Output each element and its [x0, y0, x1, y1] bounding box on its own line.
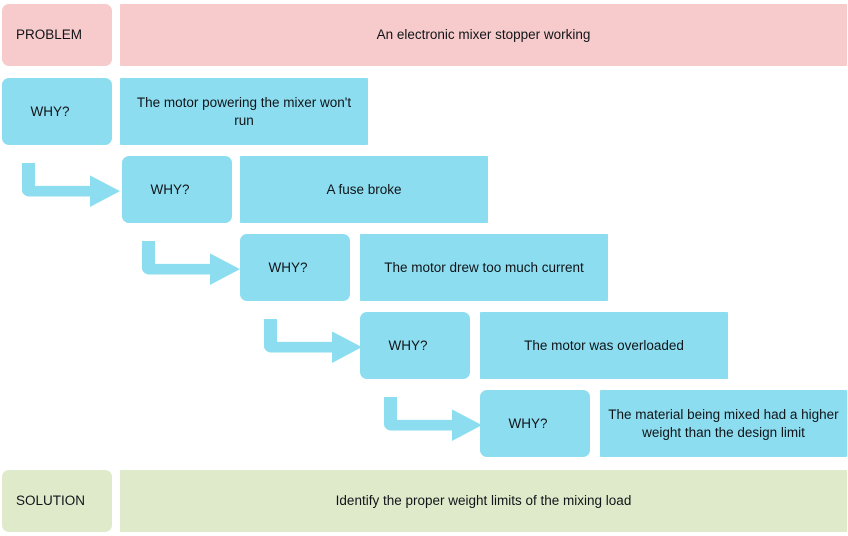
why-label-box-5: WHY?: [480, 390, 590, 457]
why-label-4: WHY?: [388, 337, 428, 353]
why-statement-text-1: The motor powering the mixer won't run: [136, 94, 352, 128]
solution-statement-text: Identify the proper weight limits of the…: [335, 493, 632, 509]
why-label-box-3: WHY?: [240, 234, 350, 301]
why-statement-text-4: The motor was overloaded: [524, 337, 684, 353]
elbow-arrow-right-icon-4: [264, 319, 362, 363]
why-label-box-1: WHY?: [2, 78, 112, 145]
why-statement-box-5: The material being mixed had a higher we…: [600, 390, 847, 457]
why-statement-text-5: The material being mixed had a higher we…: [608, 407, 839, 440]
solution-label-box: SOLUTION: [2, 470, 112, 532]
why-label-box-4: WHY?: [360, 312, 470, 379]
why-statement-text-2: A fuse broke: [326, 181, 402, 197]
why-label-box-2: WHY?: [122, 156, 232, 223]
solution-label: SOLUTION: [16, 493, 86, 509]
why-statement-box-1: The motor powering the mixer won't run: [120, 78, 368, 145]
problem-label-box: PROBLEM: [2, 4, 112, 66]
five-whys-diagram: PROBLEM An electronic mixer stopper work…: [0, 0, 848, 536]
why-label-3: WHY?: [268, 259, 308, 275]
solution-statement-box: Identify the proper weight limits of the…: [120, 470, 847, 532]
problem-statement-text: An electronic mixer stopper working: [376, 27, 591, 43]
why-statement-box-3: The motor drew too much current: [360, 234, 608, 301]
problem-label: PROBLEM: [16, 27, 83, 43]
why-statement-box-4: The motor was overloaded: [480, 312, 728, 379]
why-label-5: WHY?: [508, 415, 548, 431]
elbow-arrow-right-icon-2: [22, 163, 120, 207]
why-statement-text-3: The motor drew too much current: [384, 259, 584, 275]
elbow-arrow-right-icon-3: [142, 241, 240, 285]
problem-statement-box: An electronic mixer stopper working: [120, 4, 847, 66]
elbow-arrow-right-icon-5: [384, 397, 482, 441]
why-label-1: WHY?: [30, 103, 70, 119]
why-label-2: WHY?: [150, 181, 190, 197]
why-statement-box-2: A fuse broke: [240, 156, 488, 223]
